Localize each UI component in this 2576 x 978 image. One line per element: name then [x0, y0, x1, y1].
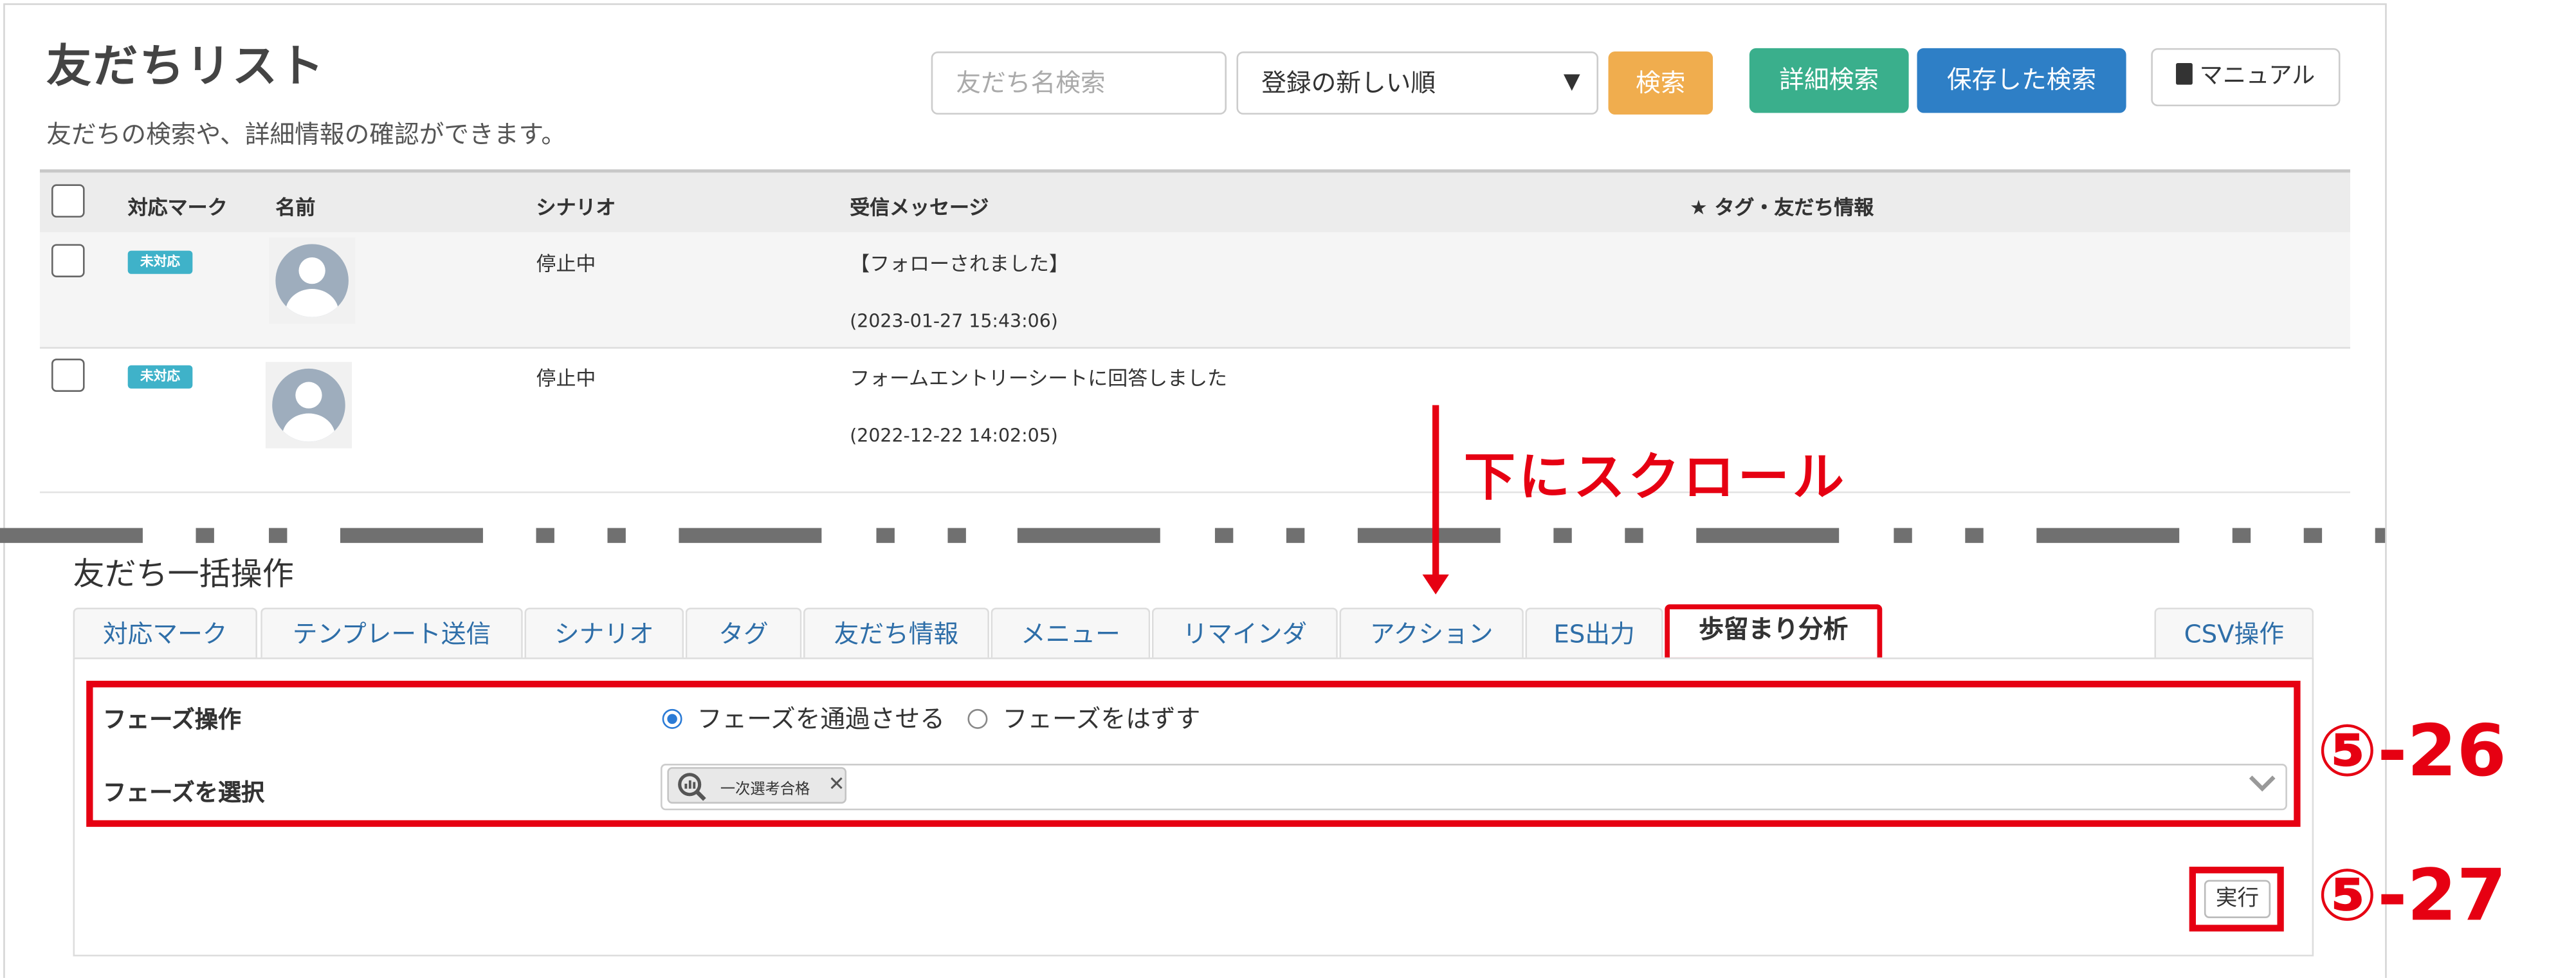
scroll-hint-label: 下にスクロール: [1464, 448, 1848, 508]
phase-multiselect[interactable]: [661, 764, 2287, 811]
tab-menu[interactable]: メニュー: [991, 607, 1151, 660]
tab-csv[interactable]: CSV操作: [2154, 607, 2314, 660]
message-timestamp: (2023-01-27 15:43:06): [850, 310, 1058, 333]
column-header-scenario: シナリオ: [536, 196, 616, 219]
status-badge[interactable]: 未対応: [127, 365, 193, 389]
scenario-cell: 停止中: [536, 367, 596, 391]
phase-operation-label: フェーズ操作: [102, 707, 241, 734]
table-header: [39, 172, 2350, 233]
user-avatar-icon: [275, 244, 349, 317]
column-header-status: 対応マーク: [127, 196, 228, 219]
row-checkbox[interactable]: [51, 244, 85, 277]
sort-order-value: 登録の新しい順: [1261, 68, 1436, 98]
execute-button[interactable]: 実行: [2204, 880, 2271, 919]
radio-remove-phase-label[interactable]: フェーズをはずす: [1003, 701, 1201, 735]
tab-tag[interactable]: タグ: [685, 607, 802, 660]
message-cell: 【フォローされました】: [850, 252, 1069, 276]
friend-list-page: 友だちリスト 友だちの検索や、詳細情報の確認ができます。 登録の新しい順 ▼ 検…: [0, 0, 2576, 978]
manual-button[interactable]: マニュアル: [2151, 48, 2341, 107]
manual-button-label: マニュアル: [2199, 63, 2316, 90]
page-subtitle: 友だちの検索や、詳細情報の確認ができます。: [46, 119, 567, 150]
table-row: [39, 232, 2350, 349]
tab-action[interactable]: アクション: [1339, 607, 1524, 660]
tab-status-mark[interactable]: 対応マーク: [73, 607, 257, 660]
annotation-label-26: ⑤-26: [2317, 710, 2507, 794]
phase-chip-label: 一次選考合格: [720, 782, 810, 799]
column-header-name: 名前: [275, 196, 316, 219]
page-title: 友だちリスト: [46, 41, 325, 93]
arrow-down-icon: [1422, 574, 1449, 595]
column-header-message: 受信メッセージ: [850, 196, 989, 219]
avatar[interactable]: [269, 237, 356, 324]
phase-select-label: フェーズを選択: [102, 780, 265, 807]
radio-pass-phase[interactable]: [662, 708, 682, 729]
chevron-down-icon: ▼: [1563, 69, 1580, 95]
scenario-cell: 停止中: [536, 252, 596, 276]
saved-search-button[interactable]: 保存した検索: [1917, 48, 2126, 113]
message-cell: フォームエントリーシートに回答しました: [850, 367, 1228, 391]
radio-remove-phase[interactable]: [967, 708, 988, 729]
tab-friend-info[interactable]: 友だち情報: [803, 607, 989, 660]
annotation-label-27: ⑤-27: [2317, 854, 2507, 938]
search-button[interactable]: 検索: [1608, 51, 1713, 115]
book-icon: [2176, 63, 2193, 85]
sort-order-select[interactable]: 登録の新しい順 ▼: [1236, 51, 1599, 115]
status-badge[interactable]: 未対応: [127, 250, 193, 274]
radio-pass-phase-label[interactable]: フェーズを通過させる: [697, 701, 945, 735]
bulk-operations-title: 友だち一括操作: [73, 556, 294, 593]
scroll-down-arrow: [1432, 405, 1439, 578]
phase-chip[interactable]: 一次選考合格 ✕: [667, 767, 847, 804]
analytics-search-icon: [678, 773, 706, 801]
tab-es-export[interactable]: ES出力: [1525, 607, 1663, 660]
chevron-down-icon[interactable]: [2247, 774, 2277, 794]
user-avatar-icon: [272, 368, 345, 442]
select-all-checkbox[interactable]: [51, 184, 85, 218]
tab-reminder[interactable]: リマインダ: [1151, 607, 1338, 660]
close-icon[interactable]: ✕: [828, 772, 845, 795]
tab-scenario[interactable]: シナリオ: [524, 607, 684, 660]
row-checkbox[interactable]: [51, 358, 85, 392]
avatar[interactable]: [265, 362, 352, 448]
tab-yield-analysis[interactable]: 歩留まり分析: [1665, 604, 1883, 663]
column-header-tags: ★ タグ・友だち情報: [1689, 196, 1874, 219]
message-timestamp: (2022-12-22 14:02:05): [850, 425, 1058, 447]
advanced-search-button[interactable]: 詳細検索: [1749, 48, 1909, 113]
friend-name-search-input[interactable]: [931, 51, 1227, 115]
tab-template-send[interactable]: テンプレート送信: [260, 607, 523, 660]
